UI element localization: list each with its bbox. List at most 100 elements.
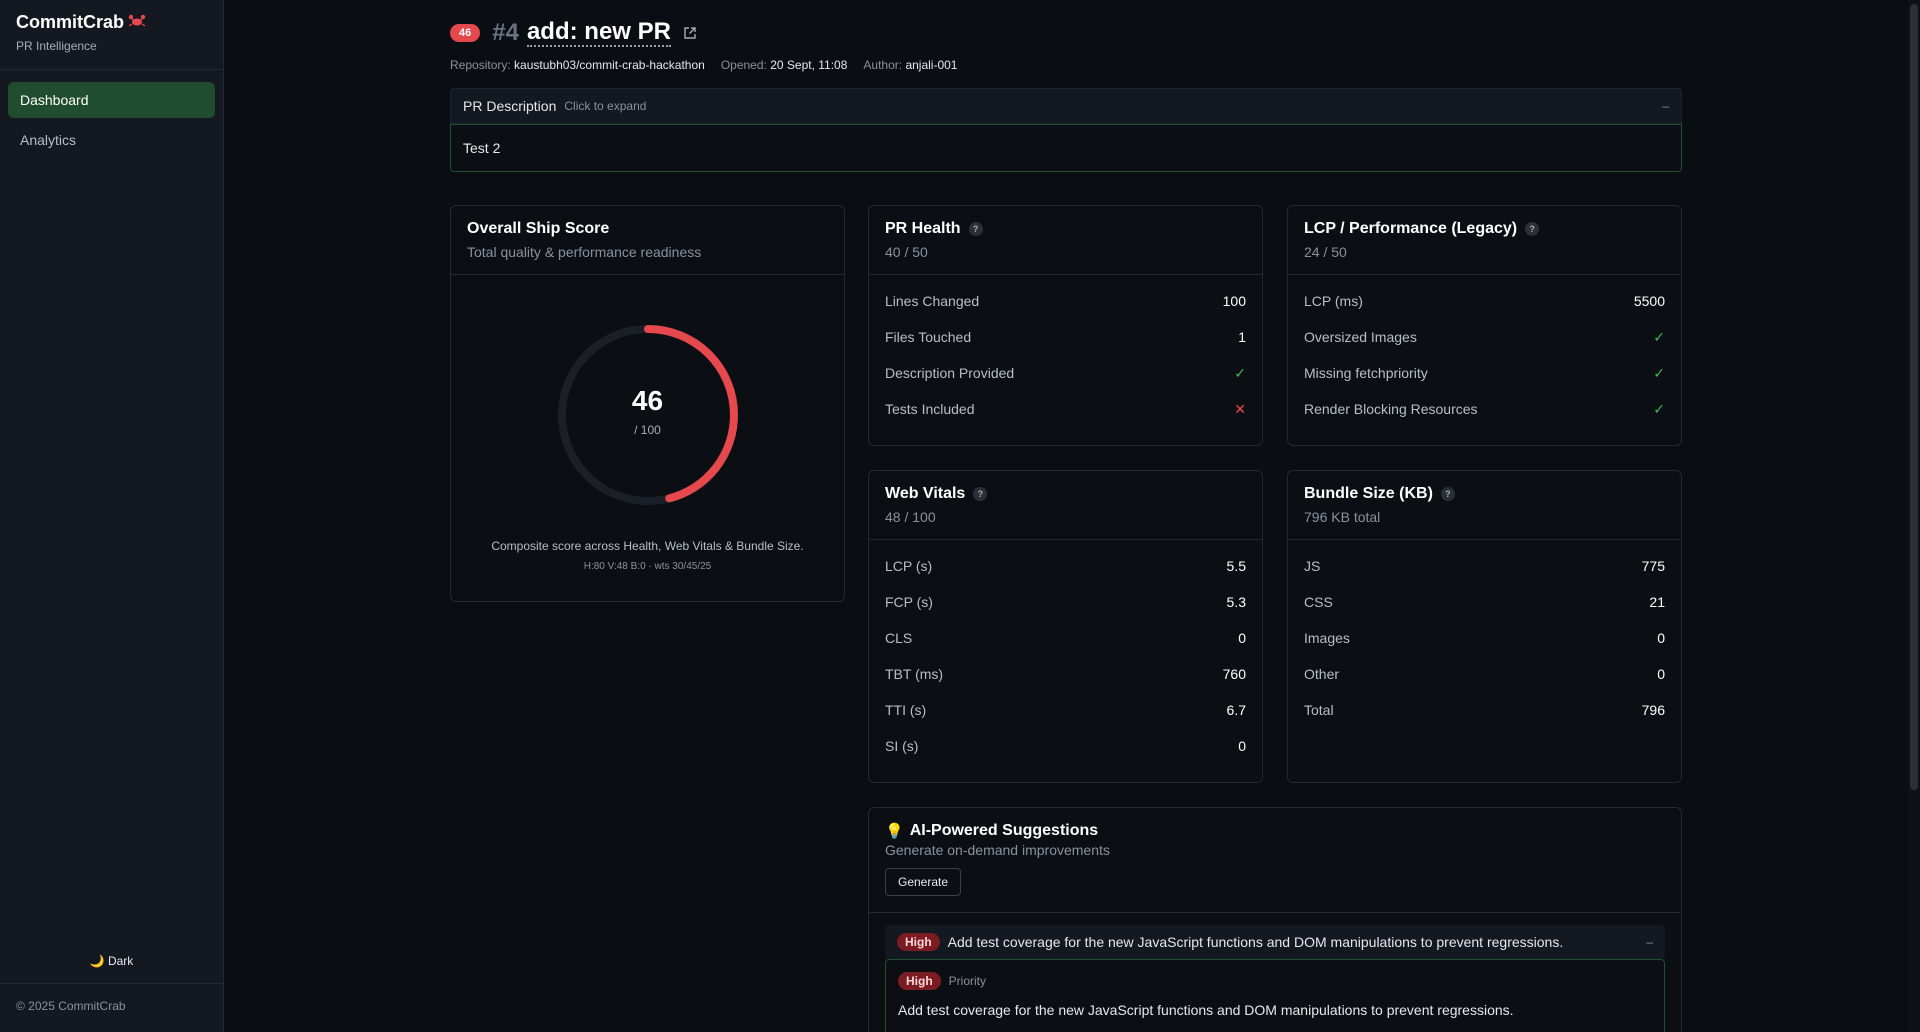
ship-score-note: Composite score across Health, Web Vital…: [491, 539, 804, 553]
suggestion-title: Add test coverage for the new JavaScript…: [947, 934, 1564, 950]
help-icon[interactable]: ?: [1440, 487, 1455, 501]
metric-row: CLS 0: [885, 620, 1246, 656]
card-title-text: Web Vitals: [885, 485, 966, 502]
metric-value: 6.7: [1226, 702, 1246, 718]
metric-value: 5500: [1633, 293, 1665, 309]
metric-row: Files Touched 1: [885, 319, 1246, 355]
pr-description-hint: Click to expand: [564, 99, 647, 113]
metric-row: TBT (ms) 760: [885, 656, 1246, 692]
external-link-icon[interactable]: [683, 26, 697, 40]
priority-badge: High: [897, 933, 940, 951]
metric-label: Images: [1304, 630, 1350, 646]
metric-row: Description Provided ✓: [885, 355, 1246, 391]
check-icon: ✓: [1234, 364, 1246, 381]
help-icon[interactable]: ?: [968, 222, 983, 236]
suggestion-toggle[interactable]: High Add test coverage for the new JavaS…: [885, 925, 1665, 959]
metric-value: 775: [1641, 558, 1665, 574]
metric-label: LCP (ms): [1304, 293, 1363, 309]
sidebar-item-dashboard[interactable]: Dashboard: [8, 82, 215, 118]
metric-list: JS 775 CSS 21 Images 0 Other 0 Total 796: [1288, 540, 1681, 734]
metric-label: SI (s): [885, 738, 919, 754]
pr-detail: 46 #4 add: new PR Repository: kaustubh03…: [450, 18, 1682, 172]
meta-label: Repository:: [450, 58, 511, 72]
pr-title-link[interactable]: add: new PR: [526, 19, 671, 47]
pr-meta: Repository: kaustubh03/commit-crab-hacka…: [450, 58, 1682, 72]
metric-value: 760: [1222, 666, 1246, 682]
meta-opened: Opened: 20 Sept, 11:08: [721, 58, 848, 72]
scrollbar-thumb[interactable]: [1910, 4, 1918, 790]
card-title: LCP / Performance (Legacy) ?: [1304, 220, 1665, 238]
scrollbar[interactable]: [1908, 0, 1920, 1032]
generate-button[interactable]: Generate: [885, 868, 962, 896]
suggestion-priority-row: High Priority: [898, 972, 1652, 990]
sidebar-nav: Dashboard Analytics: [0, 70, 223, 170]
cross-icon: ✕: [1234, 400, 1246, 417]
card-header: PR Health ? 40 / 50: [869, 206, 1262, 275]
card-header: Bundle Size (KB) ? 796 KB total: [1288, 471, 1681, 540]
web-vitals-card: Web Vitals ? 48 / 100 LCP (s) 5.5 FCP (s)…: [868, 470, 1263, 783]
metric-label: Oversized Images: [1304, 329, 1417, 345]
card-score: 24 / 50: [1304, 244, 1347, 260]
metric-label: Render Blocking Resources: [1304, 401, 1478, 417]
bundle-size-card: Bundle Size (KB) ? 796 KB total JS 775 CS…: [1287, 470, 1682, 783]
card-header: Web Vitals ? 48 / 100: [869, 471, 1262, 540]
check-icon: ✓: [1653, 328, 1665, 345]
metric-label: CSS: [1304, 594, 1333, 610]
check-icon: ✓: [1653, 400, 1665, 417]
metric-row: FCP (s) 5.3: [885, 584, 1246, 620]
card-title-text: AI-Powered Suggestions: [909, 822, 1099, 839]
ship-score-card: Overall Ship Score Total quality & perfo…: [450, 205, 845, 602]
metric-row: Other 0: [1304, 656, 1665, 692]
brand-subtitle: PR Intelligence: [16, 39, 97, 53]
author-value: anjali-001: [905, 58, 958, 72]
meta-repository: Repository: kaustubh03/commit-crab-hacka…: [450, 58, 705, 72]
help-icon[interactable]: ?: [973, 487, 988, 501]
sidebar-item-analytics[interactable]: Analytics: [8, 122, 215, 158]
pr-description-body: Test 2: [450, 124, 1682, 172]
brand-name: CommitCrab: [16, 12, 125, 32]
metric-row: CSS 21: [1304, 584, 1665, 620]
metric-label: Description Provided: [885, 365, 1015, 381]
metric-label: TBT (ms): [885, 666, 944, 682]
metric-value: 100: [1222, 293, 1246, 309]
check-icon: ✓: [1653, 364, 1665, 381]
metric-row: Missing fetchpriority ✓: [1304, 355, 1665, 391]
help-icon[interactable]: ?: [1525, 222, 1540, 236]
ship-score-weights: H:80 V:48 B:0 · wts 30/45/25: [583, 561, 712, 572]
brand-title[interactable]: CommitCrab: [16, 12, 207, 33]
theme-toggle[interactable]: 🌙 Dark: [0, 954, 223, 968]
ship-score-value: 46: [631, 385, 664, 416]
metric-value: 5.5: [1226, 558, 1246, 574]
metric-label: CLS: [885, 630, 913, 646]
repository-value: kaustubh03/commit-crab-hackathon: [514, 58, 705, 72]
meta-author: Author: anjali-001: [863, 58, 957, 72]
pr-title-row: 46 #4 add: new PR: [450, 18, 1682, 48]
metric-label: Tests Included: [885, 401, 975, 417]
priority-badge: High: [898, 972, 941, 990]
metric-value: 0: [1238, 738, 1246, 754]
priority-label: Priority: [948, 974, 987, 988]
metric-row: Images 0: [1304, 620, 1665, 656]
card-header: 💡 AI-Powered Suggestions Generate on-dem…: [869, 808, 1681, 913]
metric-label: FCP (s): [885, 594, 933, 610]
ai-suggestions-card: 💡 AI-Powered Suggestions Generate on-dem…: [868, 807, 1682, 1032]
metric-value: 5.3: [1226, 594, 1246, 610]
card-title: PR Health ?: [885, 220, 1246, 238]
main-content: 46 #4 add: new PR Repository: kaustubh03…: [224, 0, 1920, 1032]
ship-score-denominator: / 100: [634, 423, 661, 437]
suggestion-body: High Priority Add test coverage for the …: [885, 959, 1665, 1032]
metric-list: LCP (s) 5.5 FCP (s) 5.3 CLS 0 TBT (ms) 760 T…: [869, 540, 1262, 770]
pr-description-title: PR Description: [463, 98, 557, 114]
metric-value: 796: [1641, 702, 1665, 718]
pr-description-toggle[interactable]: PR Description Click to expand –: [450, 88, 1682, 124]
metric-label: Missing fetchpriority: [1304, 365, 1428, 381]
ship-score-gauge: 46 / 100: [548, 315, 748, 515]
sidebar: CommitCrab PR Intelligence Dashboard Ana…: [0, 0, 224, 1032]
metric-value: 0: [1657, 630, 1665, 646]
card-header: Overall Ship Score Total quality & perfo…: [451, 206, 844, 275]
card-score: 40 / 50: [885, 244, 928, 260]
metric-row: LCP (ms) 5500: [1304, 283, 1665, 319]
metric-row: Total 796: [1304, 692, 1665, 728]
lcp-performance-card: LCP / Performance (Legacy) ? 24 / 50 LCP…: [1287, 205, 1682, 446]
card-score: 48 / 100: [885, 509, 936, 525]
